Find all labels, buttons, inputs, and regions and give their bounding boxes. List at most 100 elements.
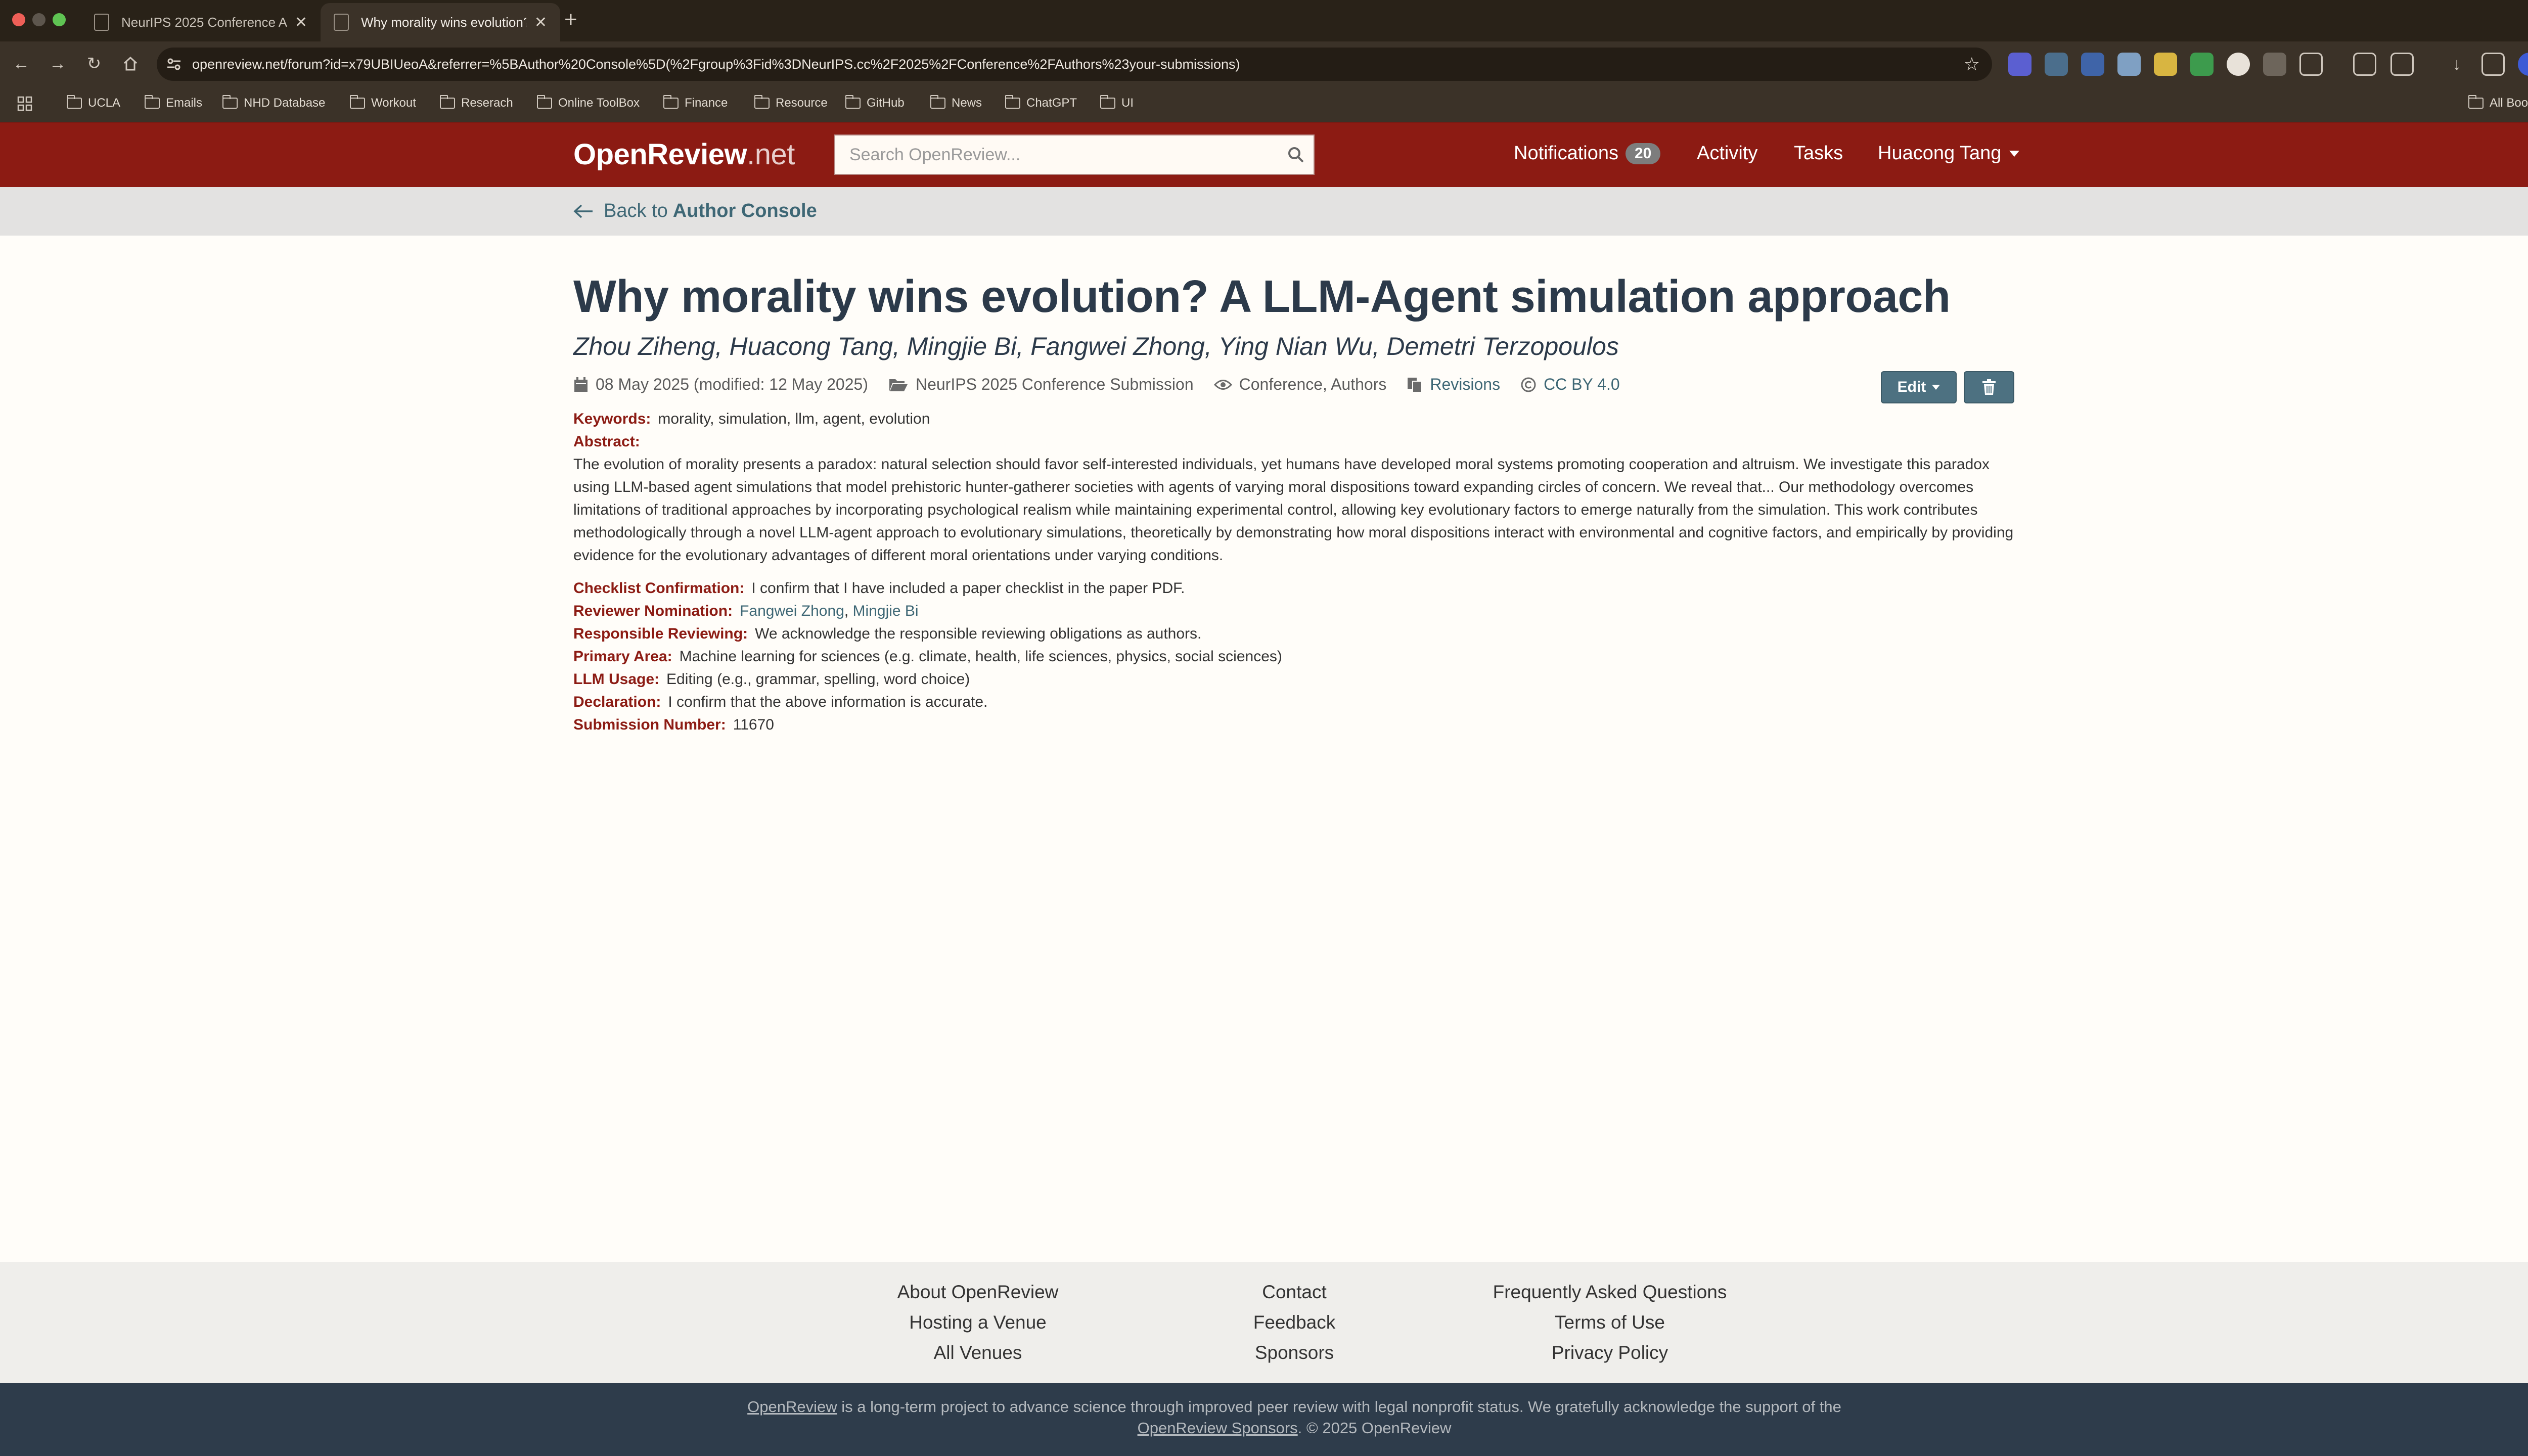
bookmark-label: Online ToolBox	[558, 96, 640, 110]
bookmark-folder[interactable]: UCLA	[67, 95, 120, 110]
page-icon	[94, 14, 109, 31]
footer-link-venues[interactable]: All Venues	[826, 1338, 1130, 1368]
field-value: 11670	[733, 716, 774, 733]
reviewer-separator: ,	[844, 603, 849, 619]
delete-button[interactable]	[1964, 371, 2014, 403]
minimize-window-button[interactable]	[32, 13, 46, 26]
sponsors-link[interactable]: OpenReview Sponsors	[1138, 1419, 1298, 1437]
footer-link-terms[interactable]: Terms of Use	[1458, 1307, 1762, 1338]
field-label: Primary Area:	[573, 648, 672, 665]
bookmark-label: Reserach	[461, 96, 513, 110]
maximize-window-button[interactable]	[53, 13, 66, 26]
bookmark-star-icon[interactable]: ☆	[1964, 54, 1980, 75]
bookmark-folder[interactable]: News	[930, 95, 982, 110]
forward-arrow-icon[interactable]: →	[43, 50, 72, 78]
footer-link-contact[interactable]: Contact	[1193, 1277, 1395, 1307]
calendar-icon	[574, 377, 588, 392]
bookmark-folder[interactable]: UI	[1100, 95, 1134, 110]
meta-license[interactable]: CC BY 4.0	[1520, 375, 1620, 394]
reading-list-icon[interactable]	[2353, 53, 2376, 76]
nav-tasks[interactable]: Tasks	[1794, 143, 1843, 164]
back-to-console-link[interactable]: Back to Author Console	[573, 200, 817, 222]
copyright-icon	[1521, 377, 1536, 392]
bookmark-folder[interactable]: ChatGPT	[1005, 95, 1077, 110]
field-value: Machine learning for sciences (e.g. clim…	[679, 648, 1282, 665]
footer-link-about[interactable]: About OpenReview	[826, 1277, 1130, 1307]
bookmark-folder[interactable]: Online ToolBox	[537, 95, 640, 110]
folder-icon	[754, 95, 770, 109]
close-window-button[interactable]	[12, 13, 25, 26]
site-settings-icon[interactable]	[164, 54, 184, 74]
extension-icon[interactable]	[2081, 53, 2104, 76]
bookmark-label: Finance	[685, 96, 728, 110]
openreview-link[interactable]: OpenReview	[747, 1398, 837, 1416]
field-checklist: Checklist Confirmation: I confirm that I …	[573, 577, 2014, 600]
meta-date: 08 May 2025 (modified: 12 May 2025)	[573, 375, 868, 394]
footer-link-privacy[interactable]: Privacy Policy	[1458, 1338, 1762, 1368]
browser-tab[interactable]: NeurIPS 2025 Conference Au ✕	[81, 3, 321, 41]
new-tab-icon[interactable]: +	[564, 7, 577, 32]
edit-button[interactable]: Edit	[1881, 371, 1957, 403]
bookmark-folder[interactable]: Emails	[145, 95, 202, 110]
site-logo[interactable]: OpenReview.net	[573, 138, 795, 171]
bookmark-folder[interactable]: Resource	[754, 95, 828, 110]
reload-icon[interactable]: ↻	[80, 50, 108, 78]
abstract-text: The evolution of morality presents a par…	[573, 456, 2014, 564]
revisions-link[interactable]: Revisions	[1430, 375, 1500, 394]
chevron-down-icon	[1932, 385, 1940, 390]
address-bar[interactable]: openreview.net/forum?id=x79UBIUeoA&refer…	[157, 48, 1992, 81]
field-label: Keywords:	[573, 411, 651, 427]
footer-link-faq[interactable]: Frequently Asked Questions	[1458, 1277, 1762, 1307]
bookmark-folder[interactable]: Reserach	[440, 95, 513, 110]
trash-icon	[1982, 379, 1996, 395]
home-icon[interactable]	[116, 50, 145, 78]
close-icon[interactable]: ✕	[295, 14, 307, 31]
bookmark-folder[interactable]: Finance	[663, 95, 728, 110]
folder-icon	[537, 95, 552, 109]
field-label: Submission Number:	[573, 716, 726, 733]
extension-icon[interactable]	[2263, 53, 2286, 76]
nav-notifications[interactable]: Notifications 20	[1514, 143, 1661, 164]
reviewer-link[interactable]: Fangwei Zhong	[740, 603, 844, 619]
footer-link-hosting[interactable]: Hosting a Venue	[826, 1307, 1130, 1338]
url-text[interactable]: openreview.net/forum?id=x79UBIUeoA&refer…	[192, 57, 1964, 72]
extensions-puzzle-icon[interactable]	[2299, 53, 2323, 76]
bookmark-folder[interactable]: NHD Database	[222, 95, 325, 110]
footer-link-feedback[interactable]: Feedback	[1193, 1307, 1395, 1338]
extension-icon[interactable]	[2227, 53, 2250, 76]
apps-grid-icon[interactable]	[17, 96, 32, 111]
meta-revisions[interactable]: Revisions	[1407, 375, 1500, 394]
notifications-count-badge: 20	[1625, 143, 1661, 164]
field-value: I confirm that I have included a paper c…	[751, 580, 1185, 597]
back-arrow-icon[interactable]: ←	[7, 50, 35, 78]
extension-icon[interactable]	[2190, 53, 2214, 76]
extension-icon[interactable]	[2154, 53, 2177, 76]
sponsor-text: OpenReview is a long-term project to adv…	[0, 1396, 2528, 1439]
search-input[interactable]	[835, 135, 1278, 174]
download-icon[interactable]: ↓	[2445, 53, 2468, 76]
nav-activity[interactable]: Activity	[1697, 143, 1757, 164]
breadcrumb-bar: Back to Author Console	[0, 187, 2528, 236]
footer-link-sponsors[interactable]: Sponsors	[1193, 1338, 1395, 1368]
field-label: Declaration:	[573, 694, 661, 710]
side-panel-icon[interactable]	[2390, 53, 2414, 76]
close-icon[interactable]: ✕	[534, 14, 547, 31]
sponsor-text-2: . © 2025 OpenReview	[1297, 1419, 1452, 1437]
folder-icon	[1100, 95, 1115, 109]
profile-avatar-icon[interactable]	[2518, 53, 2528, 76]
sponsor-bar: OpenReview is a long-term project to adv…	[0, 1383, 2528, 1456]
field-responsible-reviewing: Responsible Reviewing: We acknowledge the…	[573, 622, 2014, 645]
reviewer-link[interactable]: Mingjie Bi	[853, 603, 919, 619]
license-link[interactable]: CC BY 4.0	[1544, 375, 1620, 394]
browser-tab-active[interactable]: Why morality wins evolution? ✕	[321, 3, 560, 41]
bookmark-folder[interactable]: Workout	[350, 95, 416, 110]
all-bookmarks[interactable]: All Bookmarks	[2468, 95, 2528, 110]
extension-icon[interactable]	[2117, 53, 2141, 76]
user-menu[interactable]: Huacong Tang	[1878, 143, 2020, 164]
bookmark-folder[interactable]: GitHub	[845, 95, 905, 110]
media-controls-icon[interactable]	[2481, 53, 2505, 76]
search-icon[interactable]	[1278, 146, 1314, 163]
bookmark-label: GitHub	[867, 96, 905, 110]
extension-icon[interactable]	[2008, 53, 2032, 76]
extension-icon[interactable]	[2045, 53, 2068, 76]
